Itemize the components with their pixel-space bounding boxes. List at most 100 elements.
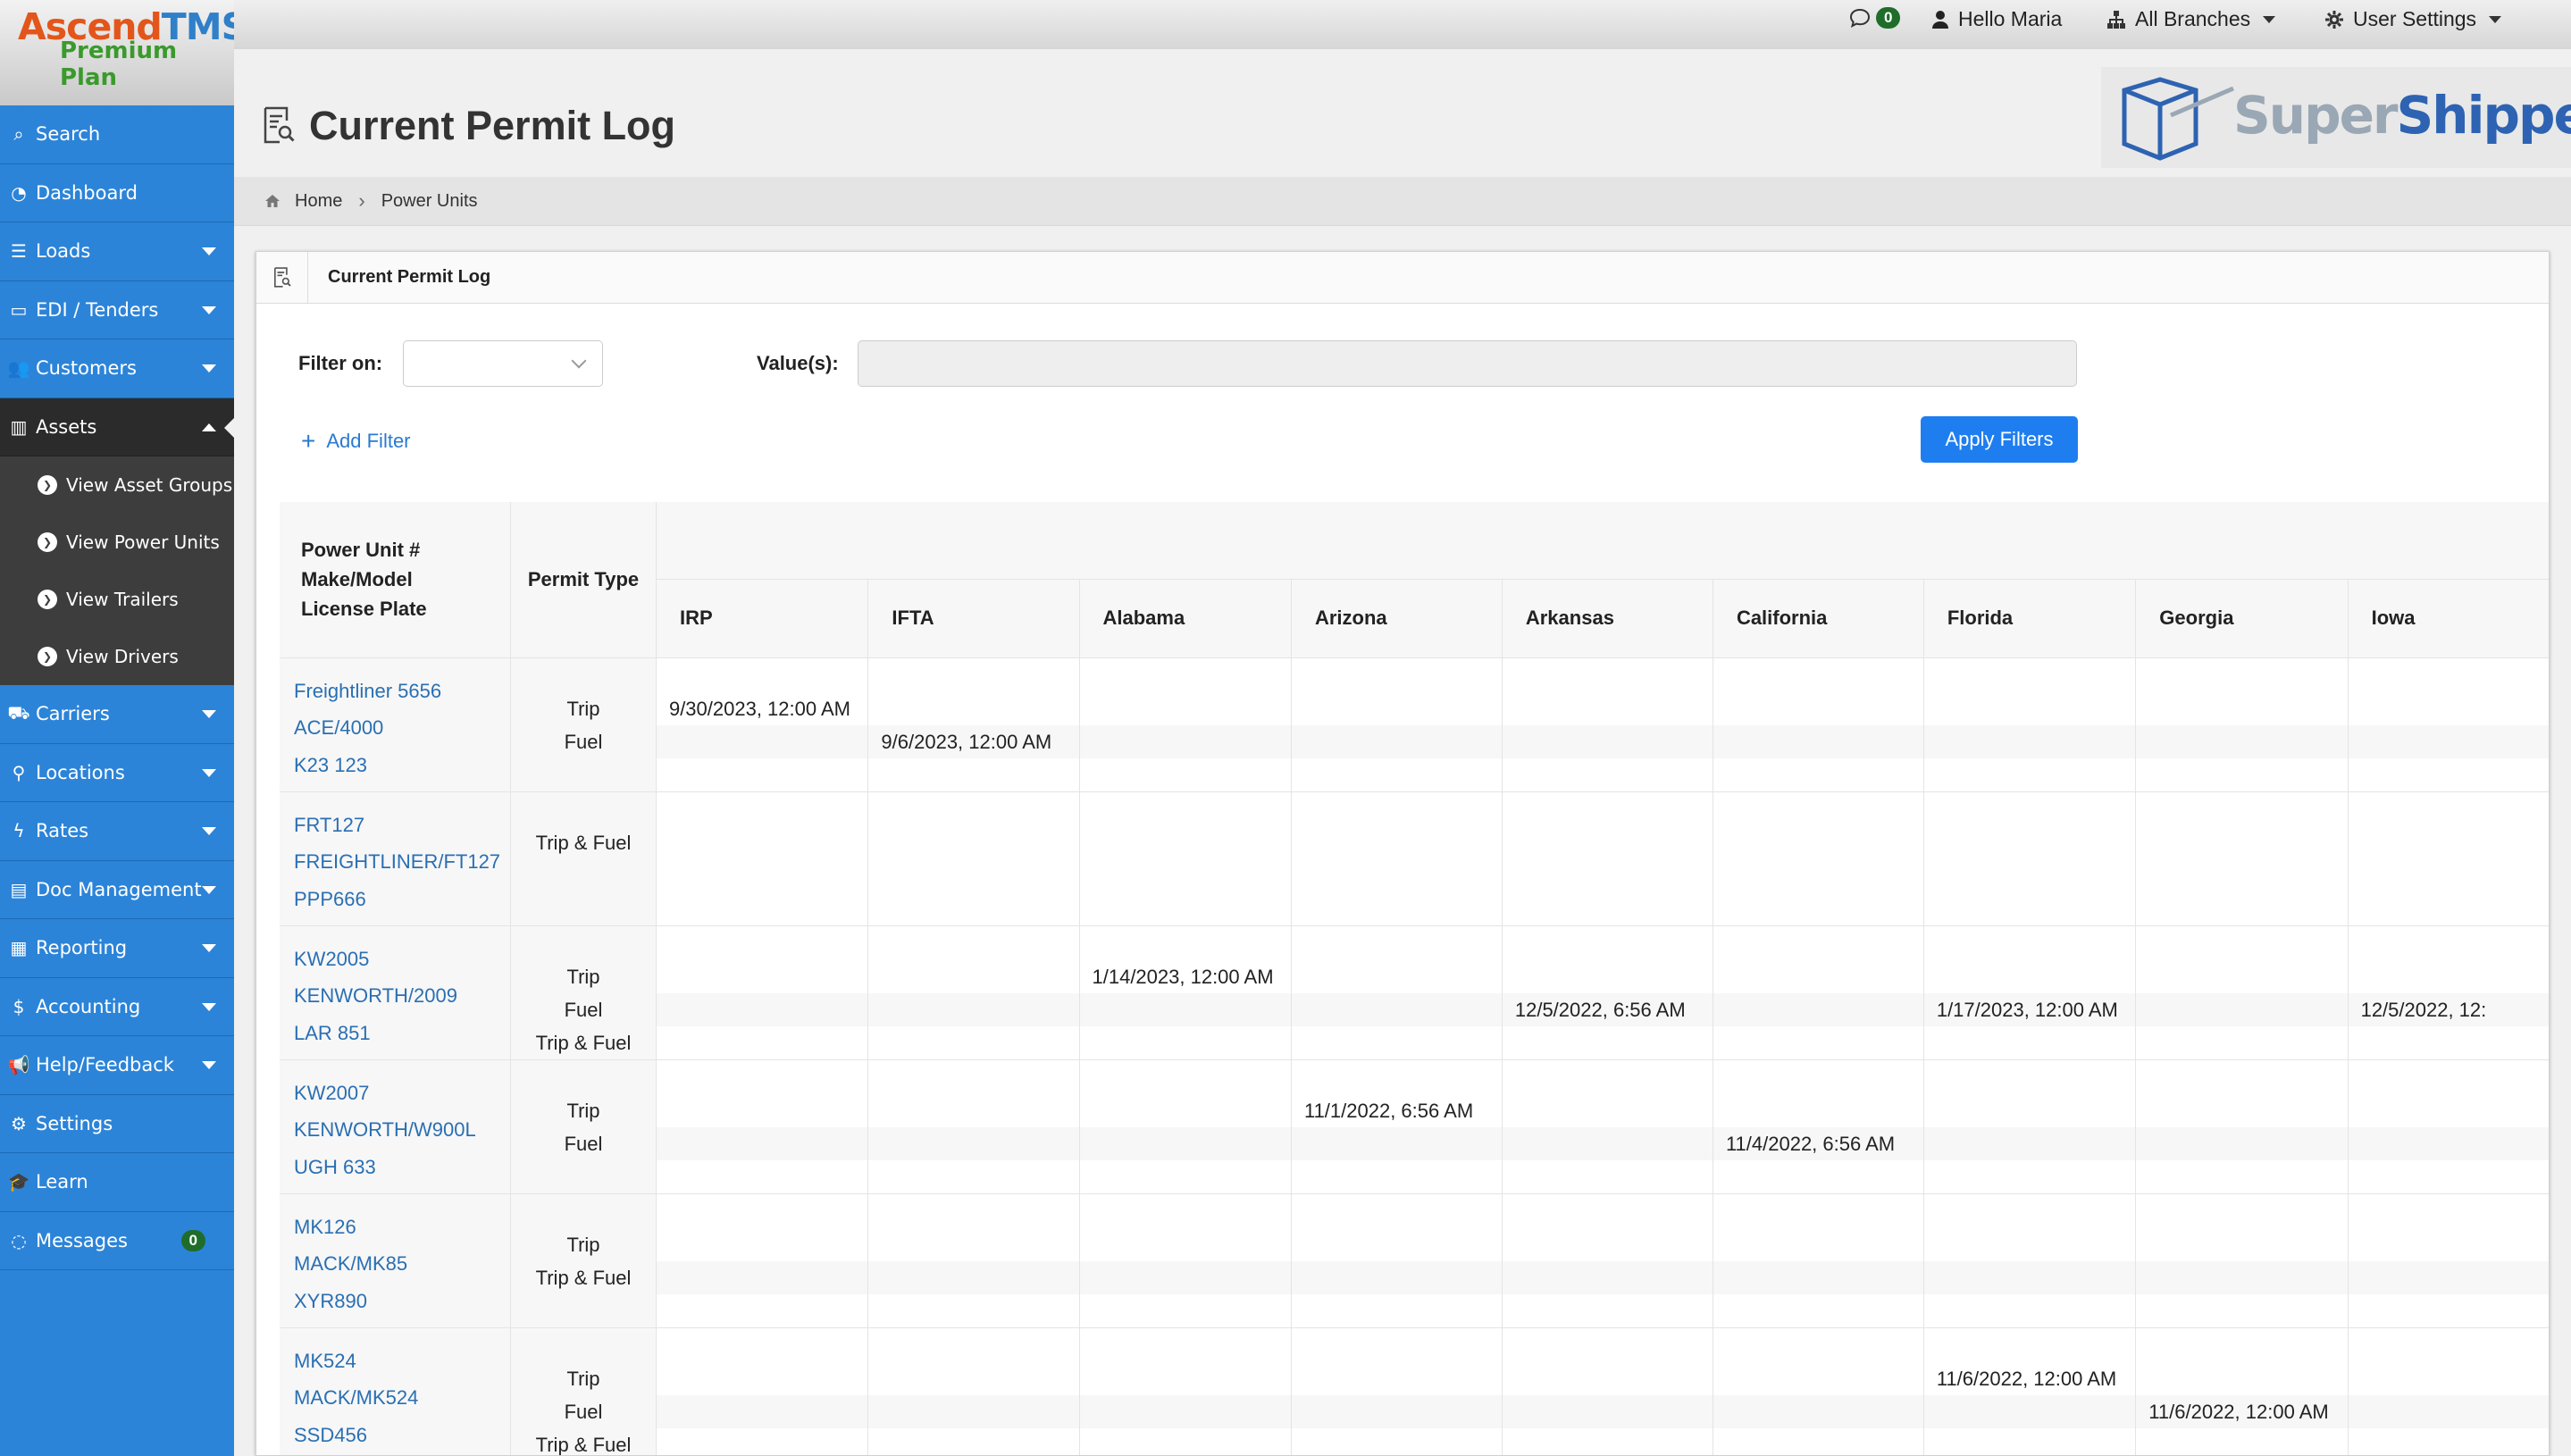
permit-date-value: [868, 1260, 1079, 1294]
add-filter-link[interactable]: + Add Filter: [301, 427, 411, 456]
make-model-link[interactable]: KENWORTH/W900L: [294, 1111, 510, 1149]
sidebar-item-locations[interactable]: ⚲ Locations: [0, 744, 234, 802]
license-plate-link[interactable]: UGH 633: [294, 1149, 510, 1186]
user-settings-dropdown[interactable]: User Settings: [2324, 7, 2502, 31]
sidebar-item-learn[interactable]: 🎓 Learn: [0, 1153, 234, 1212]
sidebar-subitem-view-trailers[interactable]: ❯ View Trailers: [0, 571, 234, 628]
column-header-ifta[interactable]: IFTA: [867, 579, 1080, 657]
make-model-link[interactable]: ACE/4000: [294, 709, 510, 747]
sidebar-item-settings[interactable]: ⚙ Settings: [0, 1095, 234, 1153]
license-plate-link[interactable]: LAR 851: [294, 1015, 510, 1052]
make-model-link[interactable]: KENWORTH/2009: [294, 977, 510, 1015]
power-unit-link[interactable]: KW2007: [294, 1075, 510, 1112]
permit-date-value: 12/5/2022, 6:56 AM: [1502, 992, 1713, 1026]
permit-date-cell: [1923, 1193, 2137, 1327]
permit-date-cell: [1502, 1327, 1713, 1455]
sidebar-item-messages[interactable]: ◌ Messages 0: [0, 1212, 234, 1270]
permit-date-cell: [1713, 1193, 1924, 1327]
chevron-down-icon: [202, 710, 216, 718]
permit-date-value: [2136, 826, 2347, 859]
column-header-arkansas[interactable]: Arkansas: [1502, 579, 1713, 657]
make-model-link[interactable]: MACK/MK85: [294, 1245, 510, 1283]
permit-date-cell: 9/30/2023, 12:00 AM: [656, 657, 869, 791]
home-icon[interactable]: [264, 194, 281, 208]
column-header-florida[interactable]: Florida: [1923, 579, 2137, 657]
filter-on-select[interactable]: [403, 340, 603, 387]
cell-spacer: [1924, 658, 2135, 692]
permit-date-value: [657, 1094, 867, 1127]
sidebar-item-doc-management[interactable]: ▤ Doc Management: [0, 861, 234, 919]
breadcrumb-home[interactable]: Home: [295, 191, 342, 212]
permit-date-cell: [2135, 925, 2349, 1059]
column-header-iowa[interactable]: Iowa: [2348, 579, 2549, 657]
sidebar-item-carriers[interactable]: ⛟ Carriers: [0, 685, 234, 744]
apply-filters-button[interactable]: Apply Filters: [1921, 416, 2078, 463]
sidebar-item-help-feedback[interactable]: 📢 Help/Feedback: [0, 1036, 234, 1095]
column-header-irp[interactable]: IRP: [656, 579, 869, 657]
map-marker-icon: ⚲: [12, 761, 26, 783]
sidebar-item-customers[interactable]: 👥 Customers: [0, 339, 234, 398]
sidebar-item-edi-tenders[interactable]: ▭ EDI / Tenders: [0, 281, 234, 339]
permit-date-value: [868, 826, 1078, 859]
column-header-arizona[interactable]: Arizona: [1291, 579, 1503, 657]
permit-date-value: 11/1/2022, 6:56 AM: [1303, 1099, 1474, 1122]
sidebar-item-reporting[interactable]: ▦ Reporting: [0, 919, 234, 978]
make-model-link[interactable]: FREIGHTLINER/FT127: [294, 843, 510, 881]
permit-date-value: [2349, 1362, 2549, 1395]
permit-date-cell: [1923, 657, 2137, 791]
branches-dropdown[interactable]: All Branches: [2106, 7, 2276, 31]
permit-date-cell: [1502, 791, 1713, 925]
license-plate-link[interactable]: XYR890: [294, 1283, 510, 1320]
permit-date-value: [2348, 1260, 2549, 1294]
permit-date-value: [1713, 1094, 1923, 1127]
power-unit-link[interactable]: KW2005: [294, 941, 510, 978]
column-header-california[interactable]: California: [1713, 579, 1924, 657]
permit-date-value: [2136, 692, 2347, 725]
column-header-georgia[interactable]: Georgia: [2135, 579, 2349, 657]
cell-spacer: [657, 792, 867, 826]
permit-date-value: [1713, 692, 1923, 725]
permit-date-value: [2136, 1228, 2347, 1261]
license-plate-link[interactable]: K23 123: [294, 747, 510, 784]
license-plate-link[interactable]: PPP666: [294, 881, 510, 918]
sidebar-subitem-view-asset-groups[interactable]: ❯ View Asset Groups: [0, 456, 234, 514]
cell-spacer: [1713, 792, 1923, 826]
sidebar-subitem-view-drivers[interactable]: ❯ View Drivers: [0, 628, 234, 685]
permit-date-value: [1079, 724, 1291, 758]
power-unit-cell: Freightliner 5656 ACE/4000 K23 123: [280, 657, 512, 791]
cell-spacer: [1503, 1194, 1713, 1228]
panel-title: Current Permit Log: [328, 267, 491, 287]
cell-spacer: [868, 1328, 1078, 1362]
sidebar-item-label: Assets: [36, 415, 97, 438]
power-unit-link[interactable]: MK524: [294, 1343, 510, 1380]
power-unit-link[interactable]: FRT127: [294, 807, 510, 844]
permit-date-value: [1079, 1260, 1291, 1294]
permit-date-cell: [867, 1327, 1080, 1455]
permit-date-value: [1080, 1362, 1291, 1395]
messages-indicator[interactable]: 0: [1849, 7, 1901, 29]
power-unit-cell: MK126 MACK/MK85 XYR890: [280, 1193, 512, 1327]
permit-date-cell: [1502, 1193, 1713, 1327]
sidebar-item-accounting[interactable]: $ Accounting: [0, 978, 234, 1036]
sidebar-item-loads[interactable]: ☰ Loads: [0, 222, 234, 281]
panel-header: Current Permit Log: [256, 252, 2549, 304]
sidebar-subitem-view-power-units[interactable]: ❯ View Power Units: [0, 514, 234, 571]
user-greeting[interactable]: Hello Maria: [1931, 7, 2062, 31]
power-unit-link[interactable]: MK126: [294, 1209, 510, 1246]
sidebar-item-search[interactable]: ⌕ Search: [0, 105, 234, 164]
permit-date-value: [2348, 724, 2549, 758]
values-input[interactable]: [858, 340, 2077, 387]
sidebar-item-rates[interactable]: ϟ Rates: [0, 802, 234, 861]
make-model-link[interactable]: MACK/MK524: [294, 1379, 510, 1417]
brand-logo[interactable]: AscendTMS Premium Plan: [0, 0, 247, 105]
permit-date-cell: [656, 925, 869, 1059]
sidebar-item-dashboard[interactable]: ◔ Dashboard: [0, 164, 234, 222]
power-unit-link[interactable]: Freightliner 5656: [294, 673, 510, 710]
license-plate-link[interactable]: SSD456: [294, 1417, 510, 1454]
column-header-alabama[interactable]: Alabama: [1079, 579, 1292, 657]
add-filter-label: Add Filter: [326, 430, 411, 452]
cell-spacer: [2136, 1194, 2347, 1228]
breadcrumb-current[interactable]: Power Units: [381, 191, 478, 212]
sidebar-item-assets[interactable]: ▥ Assets: [0, 397, 234, 456]
chevron-down-icon: [571, 353, 587, 369]
